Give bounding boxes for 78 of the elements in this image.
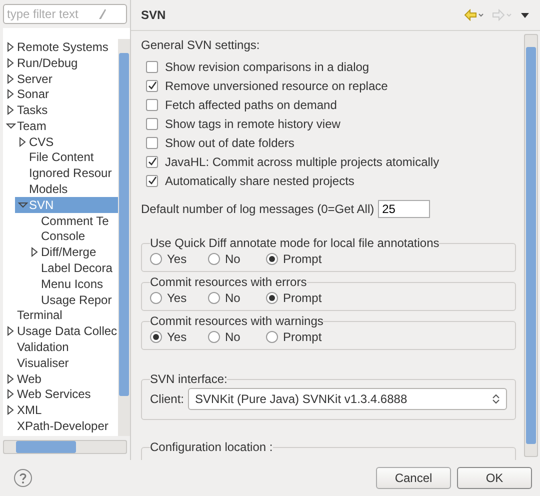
tree-item[interactable]: File Content — [15, 149, 118, 166]
tree-item[interactable]: Console — [27, 228, 118, 244]
tree-item[interactable]: Web Services — [3, 386, 118, 402]
radio-label: Prompt — [283, 252, 322, 266]
checkbox-label: Show tags in remote history view — [165, 116, 340, 130]
radio-label: Yes — [167, 330, 187, 344]
tree-item[interactable]: Usage Repor — [27, 292, 118, 308]
radio-button[interactable] — [208, 331, 220, 343]
radio-label: No — [225, 291, 240, 305]
log-messages-field[interactable]: 25 — [378, 200, 430, 218]
tree-item[interactable]: Run/Debug — [3, 54, 118, 71]
tree-item[interactable]: Server — [3, 70, 118, 86]
radio-button[interactable] — [208, 292, 220, 304]
checkbox[interactable] — [146, 60, 158, 72]
spinner-icon — [492, 394, 500, 404]
cancel-button[interactable]: Cancel — [376, 467, 451, 489]
ok-button[interactable]: OK — [457, 467, 532, 489]
group-title: Configuration location : — [150, 440, 273, 454]
checkbox-label: Show revision comparisons in a dialog — [165, 60, 370, 74]
group-title: Commit resources with errors — [150, 275, 307, 289]
scrollbar[interactable] — [118, 39, 130, 436]
tree-item[interactable]: XML — [3, 402, 118, 418]
page-title: SVN — [141, 8, 167, 22]
checkbox-label: Remove unversioned resource on replace — [165, 78, 388, 92]
tree-item[interactable]: Terminal — [3, 307, 118, 324]
menu-icon[interactable] — [520, 11, 530, 19]
collapse-icon[interactable] — [5, 120, 17, 131]
section-label: General SVN settings: — [141, 37, 261, 53]
checkbox[interactable] — [146, 136, 158, 148]
log-messages-label: Default number of log messages (0=Get All) — [141, 202, 374, 216]
tree-item[interactable]: Diff/Merge — [27, 244, 118, 260]
scrollbar[interactable] — [3, 440, 127, 454]
tree-item[interactable]: Menu Icons — [27, 276, 118, 292]
tree-item[interactable]: Tasks — [3, 102, 118, 118]
radio-label: Yes — [167, 252, 187, 266]
checkbox[interactable] — [146, 98, 158, 110]
back-icon[interactable] — [464, 9, 484, 21]
help-icon[interactable] — [14, 469, 32, 487]
tree-item[interactable]: Remote Systems — [3, 39, 118, 55]
radio-label: Prompt — [283, 291, 322, 305]
tree-item[interactable]: Ignored Resour — [15, 165, 118, 182]
client-label: Client: — [150, 392, 184, 406]
scrollbar[interactable] — [524, 34, 538, 457]
checkbox[interactable] — [146, 80, 158, 92]
radio-label: No — [225, 252, 240, 266]
checkbox-label: Fetch affected paths on demand — [165, 98, 337, 112]
radio-label: No — [225, 330, 240, 344]
radio-button[interactable] — [150, 292, 162, 304]
checkbox[interactable] — [146, 118, 158, 130]
radio-button[interactable] — [150, 331, 162, 343]
tree-item[interactable]: Team — [3, 118, 118, 134]
group-title: Commit resources with warnings — [150, 314, 324, 328]
filter-field[interactable]: type filter text — [3, 4, 127, 24]
tree-item[interactable]: CVS — [15, 134, 118, 150]
tree-item[interactable]: Visualiser — [3, 354, 118, 371]
radio-button[interactable] — [150, 253, 162, 265]
checkbox[interactable] — [146, 174, 158, 186]
group-title: SVN interface: — [150, 372, 228, 386]
radio-button[interactable] — [266, 292, 278, 304]
tree-item[interactable]: Web — [3, 370, 118, 387]
radio-button[interactable] — [266, 331, 278, 343]
checkbox-label: Show out of date folders — [165, 136, 294, 150]
radio-button[interactable] — [208, 253, 220, 265]
tree-item[interactable]: Comment Te — [27, 212, 118, 229]
radio-label: Prompt — [283, 330, 322, 344]
group-title: Use Quick Diff annotate mode for local file annotations — [150, 236, 440, 250]
checkbox-label: Automatically share nested projects — [165, 174, 354, 188]
checkbox[interactable] — [146, 156, 158, 168]
tree-item[interactable]: Label Decora — [27, 260, 118, 276]
radio-label: Yes — [167, 291, 187, 305]
client-dropdown[interactable]: SVNKit (Pure Java) SVNKit v1.3.4.6888 — [188, 388, 507, 410]
tree-item[interactable]: Models — [15, 181, 118, 198]
tree-item[interactable]: Validation — [3, 339, 118, 356]
radio-button[interactable] — [266, 253, 278, 265]
checkbox-label: JavaHL: Commit across multiple projects atomically — [165, 154, 440, 168]
tree-item[interactable]: XPath-Developer — [3, 418, 118, 434]
tree-item[interactable]: Sonar — [3, 86, 118, 102]
tree-item[interactable]: Usage Data Collec — [3, 323, 118, 340]
